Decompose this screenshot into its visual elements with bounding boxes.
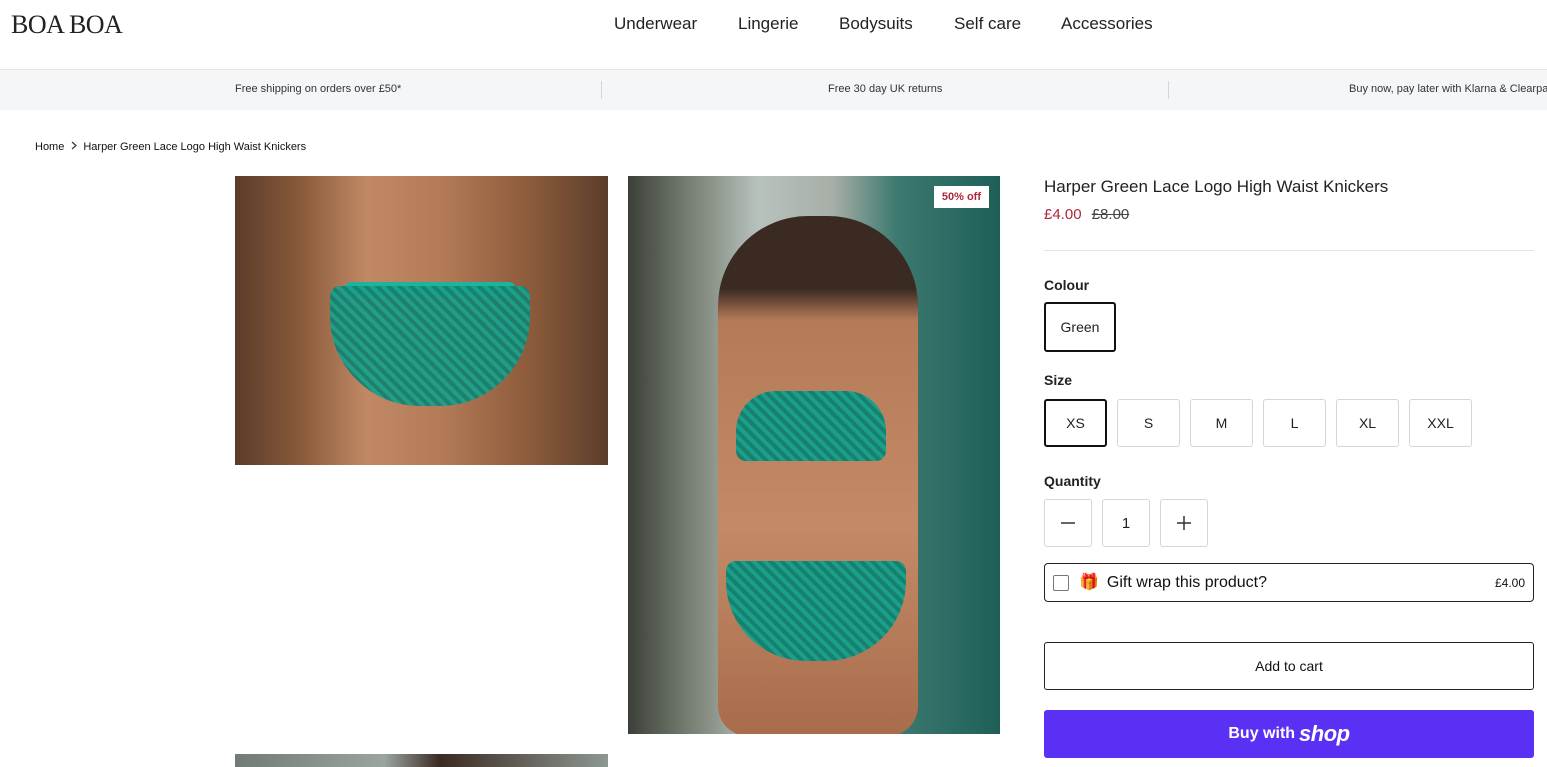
divider xyxy=(1044,250,1534,251)
promo-divider xyxy=(601,81,602,99)
size-option-l[interactable]: L xyxy=(1263,399,1326,447)
gift-wrap-price: £4.00 xyxy=(1494,575,1525,590)
image-lace xyxy=(330,286,530,406)
product-image-detail[interactable] xyxy=(235,176,608,465)
breadcrumb-current: Harper Green Lace Logo High Waist Knicke… xyxy=(83,141,307,153)
quantity-input[interactable]: 1 xyxy=(1102,499,1150,547)
product-info: Harper Green Lace Logo High Waist Knicke… xyxy=(1044,176,1534,758)
product-image-extra[interactable] xyxy=(235,754,608,767)
discount-badge: 50% off xyxy=(933,186,989,208)
gift-wrap-checkbox[interactable] xyxy=(1053,574,1069,591)
product-image-main[interactable]: 50% off xyxy=(628,176,1000,734)
nav-item-bodysuits[interactable]: Bodysuits xyxy=(839,14,913,34)
promo-divider xyxy=(1168,81,1169,99)
quantity-decrease-button[interactable] xyxy=(1044,499,1092,547)
gift-wrap-option[interactable]: 🎁 Gift wrap this product? £4.00 xyxy=(1044,563,1534,602)
promo-free-shipping: Free shipping on orders over £50* xyxy=(235,83,402,95)
buy-with-shop-button[interactable]: Buy with shop xyxy=(1044,710,1534,758)
chevron-right-icon xyxy=(71,141,78,153)
nav-item-lingerie[interactable]: Lingerie xyxy=(738,14,799,34)
size-option-xxl[interactable]: XXL xyxy=(1409,399,1472,447)
quantity-label: Quantity xyxy=(1044,473,1101,489)
shop-pay-logo: shop xyxy=(1299,721,1350,746)
product-title: Harper Green Lace Logo High Waist Knicke… xyxy=(1044,177,1389,196)
sale-price: £4.00 xyxy=(1044,206,1082,223)
gift-icon: 🎁 xyxy=(1079,573,1099,591)
image-bra xyxy=(736,391,886,461)
buy-with-label: Buy with xyxy=(1228,725,1296,742)
site-header: BOA BOA Underwear Lingerie Bodysuits Sel… xyxy=(0,0,1547,70)
size-option-m[interactable]: M xyxy=(1190,399,1253,447)
size-label: Size xyxy=(1044,372,1073,388)
main-nav: Underwear Lingerie Bodysuits Self care A… xyxy=(0,14,1547,36)
plus-icon xyxy=(1177,516,1191,530)
nav-item-accessories[interactable]: Accessories xyxy=(1061,14,1153,34)
breadcrumb-home[interactable]: Home xyxy=(35,141,64,153)
promo-free-returns: Free 30 day UK returns xyxy=(828,83,943,95)
promo-pay-later: Buy now, pay later with Klarna & Clearpa… xyxy=(1349,83,1547,95)
product-prices: £4.00 £8.00 xyxy=(1044,206,1534,223)
quantity-increase-button[interactable] xyxy=(1160,499,1208,547)
add-to-cart-button[interactable]: Add to cart xyxy=(1044,642,1534,690)
minus-icon xyxy=(1061,522,1075,524)
promo-bar: Free shipping on orders over £50* Free 3… xyxy=(0,70,1547,110)
gift-wrap-label: Gift wrap this product? xyxy=(1106,573,1267,591)
breadcrumb: Home Harper Green Lace Logo High Waist K… xyxy=(35,141,306,153)
colour-option-green[interactable]: Green xyxy=(1044,302,1116,352)
colour-label: Colour xyxy=(1044,277,1090,293)
size-option-xs[interactable]: XS xyxy=(1044,399,1107,447)
compare-price: £8.00 xyxy=(1091,206,1130,223)
nav-item-self-care[interactable]: Self care xyxy=(954,14,1021,34)
size-option-s[interactable]: S xyxy=(1117,399,1180,447)
nav-item-underwear[interactable]: Underwear xyxy=(614,14,697,34)
size-option-xl[interactable]: XL xyxy=(1336,399,1399,447)
